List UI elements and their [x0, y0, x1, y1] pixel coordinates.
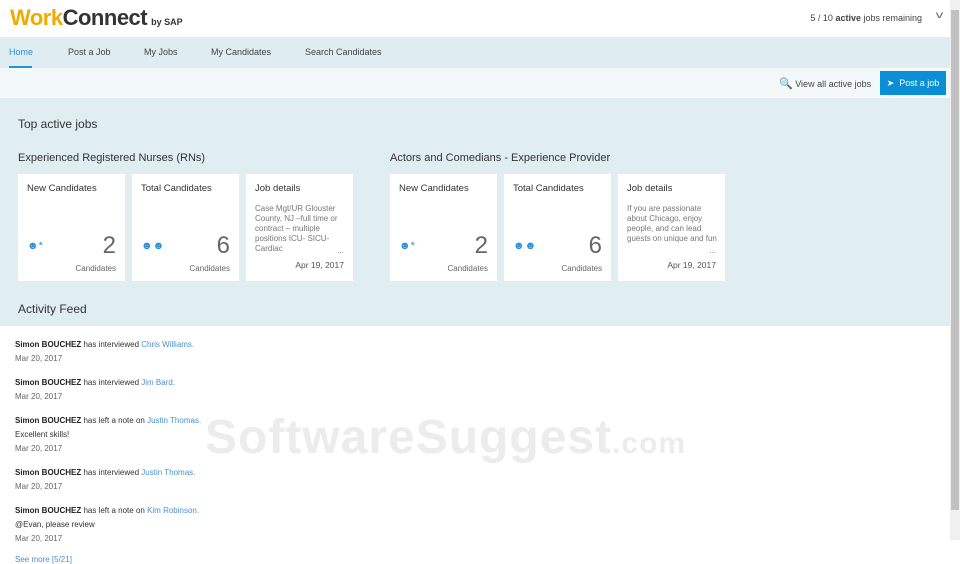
user-name[interactable]: Simon BOUCHEZ [15, 468, 81, 477]
paper-plane-icon: ➤ [886, 77, 895, 88]
job-title[interactable]: Actors and Comedians - Experience Provid… [390, 152, 610, 164]
note-text: Excellent skills! [15, 430, 70, 439]
top-active-jobs-section: Top active jobs Experienced Registered N… [0, 98, 950, 326]
post-a-job-button[interactable]: ➤ Post a job [880, 71, 946, 95]
view-all-active-jobs-button[interactable]: 🔍 View all active jobs [779, 77, 871, 90]
job-details-card[interactable]: Job details If you are passionate about C… [618, 174, 725, 281]
new-candidates-card[interactable]: New Candidates ☻* 2 Candidates [390, 174, 497, 281]
feed-date: Mar 20, 2017 [15, 392, 63, 401]
document-search-icon: 🔍 [779, 78, 793, 90]
watermark: SoftwareSuggest.com [205, 411, 687, 464]
chevron-down-icon[interactable]: v [936, 10, 944, 21]
toolbar: 🔍 View all active jobs ➤ Post a job [0, 68, 950, 98]
feed-item: Simon BOUCHEZ has interviewed Chris Will… [15, 338, 201, 366]
new-user-icon: ☻* [399, 240, 415, 252]
logo[interactable]: WorkConnect by SAP [10, 5, 183, 31]
feed-item: Simon BOUCHEZ has interviewed Jim Bard. M… [15, 376, 201, 404]
scrollbar-thumb[interactable] [951, 10, 959, 510]
user-name[interactable]: Simon BOUCHEZ [15, 416, 81, 425]
job-details-card[interactable]: Job details Case Mgt/UR Glouster County, … [246, 174, 353, 281]
user-name[interactable]: Simon BOUCHEZ [15, 506, 81, 515]
total-candidates-card[interactable]: Total Candidates ☻☻ 6 Candidates [132, 174, 239, 281]
users-icon: ☻☻ [513, 240, 537, 252]
feed-date: Mar 20, 2017 [15, 354, 63, 363]
user-name[interactable]: Simon BOUCHEZ [15, 378, 81, 387]
tab-post-a-job[interactable]: Post a Job [68, 47, 111, 57]
section-title: Top active jobs [18, 117, 98, 131]
feed-item: Simon BOUCHEZ has left a note on Justin … [15, 414, 201, 456]
total-candidates-card[interactable]: Total Candidates ☻☻ 6 Candidates [504, 174, 611, 281]
tab-my-jobs[interactable]: My Jobs [144, 47, 178, 57]
new-user-icon: ☻* [27, 240, 43, 252]
candidate-link[interactable]: Jim Bard. [141, 378, 175, 387]
tab-home[interactable]: Home [9, 47, 33, 57]
candidate-link[interactable]: Justin Thomas. [147, 416, 201, 425]
feed-date: Mar 20, 2017 [15, 482, 63, 491]
users-icon: ☻☻ [141, 240, 165, 252]
activity-feed-title: Activity Feed [18, 302, 87, 316]
scrollbar[interactable] [950, 0, 960, 540]
tab-search-candidates[interactable]: Search Candidates [305, 47, 382, 57]
feed-date: Mar 20, 2017 [15, 444, 63, 453]
see-more-link[interactable]: See more [5/21] [15, 556, 201, 564]
job-title[interactable]: Experienced Registered Nurses (RNs) [18, 152, 205, 164]
feed-date: Mar 20, 2017 [15, 534, 63, 543]
activity-feed: Simon BOUCHEZ has interviewed Chris Will… [15, 338, 201, 564]
jobs-remaining: 5 / 10 active jobs remaining [810, 13, 922, 23]
note-text: @Evan, please review [15, 520, 95, 529]
header: WorkConnect by SAP 5 / 10 active jobs rem… [0, 0, 950, 37]
tab-my-candidates[interactable]: My Candidates [211, 47, 271, 57]
main-nav: Home Post a Job My Jobs My Candidates Se… [0, 37, 950, 68]
user-name[interactable]: Simon BOUCHEZ [15, 340, 81, 349]
feed-item: Simon BOUCHEZ has interviewed Justin Tho… [15, 466, 201, 494]
candidate-link[interactable]: Kim Robinson. [147, 506, 199, 515]
candidate-link[interactable]: Justin Thomas. [141, 468, 195, 477]
candidate-link[interactable]: Chris Williams. [141, 340, 194, 349]
new-candidates-card[interactable]: New Candidates ☻* 2 Candidates [18, 174, 125, 281]
